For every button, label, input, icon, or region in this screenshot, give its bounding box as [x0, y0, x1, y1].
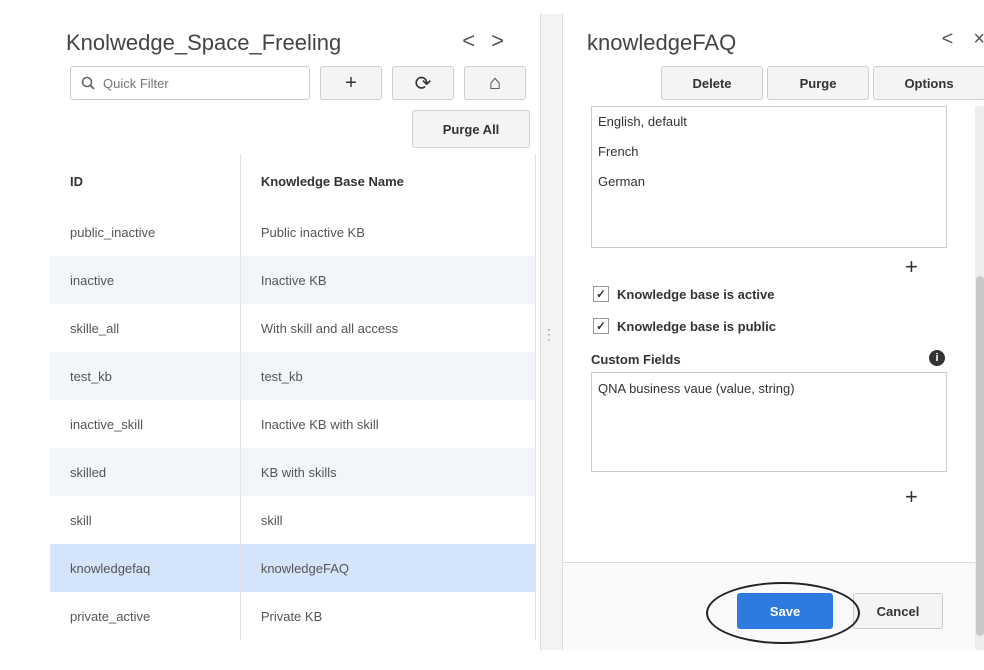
languages-list[interactable]: English, default French German — [591, 106, 947, 248]
highlight-ellipse — [706, 582, 860, 644]
column-header-id[interactable]: ID — [50, 154, 241, 208]
cell-name: Inactive KB — [240, 256, 537, 304]
detail-title: knowledgeFAQ — [587, 30, 737, 55]
custom-fields-list[interactable]: QNA business vaue (value, string) — [591, 372, 947, 472]
purge-button[interactable]: Purge — [767, 66, 869, 100]
table-row[interactable]: skilled KB with skills — [50, 448, 537, 496]
checkmark-icon: ✓ — [593, 286, 609, 302]
refresh-button[interactable]: ⟳ — [392, 66, 454, 100]
table-row[interactable]: public_inactive Public inactive KB — [50, 208, 537, 256]
language-item[interactable]: French — [598, 137, 946, 167]
panel-title: Knolwedge_Space_Freeling — [66, 30, 342, 55]
cell-id: inactive_skill — [50, 400, 241, 448]
detail-controls: < × — [922, 28, 984, 51]
language-item[interactable]: English, default — [598, 107, 946, 137]
add-language-icon[interactable]: + — [905, 254, 918, 280]
cell-id: knowledgefaq — [50, 544, 241, 592]
cell-id: skilled — [50, 448, 241, 496]
custom-field-item[interactable]: QNA business vaue (value, string) — [598, 381, 940, 396]
cell-name: KB with skills — [240, 448, 537, 496]
cell-name: test_kb — [240, 352, 537, 400]
knowledge-space-panel: Knolwedge_Space_Freeling <> + ⟳ ⌂ Purge … — [40, 14, 541, 650]
table-row[interactable]: test_kb test_kb — [50, 352, 537, 400]
options-button[interactable]: Options — [873, 66, 984, 100]
public-checkbox-label: Knowledge base is public — [617, 318, 776, 334]
active-checkbox-label: Knowledge base is active — [617, 286, 775, 302]
cell-name: knowledgeFAQ — [240, 544, 537, 592]
knowledge-base-detail-panel: knowledgeFAQ < × Delete Purge Options Eng… — [562, 14, 984, 650]
table-row[interactable]: skill skill — [50, 496, 537, 544]
cell-name: skill — [240, 496, 537, 544]
cell-id: test_kb — [50, 352, 241, 400]
active-checkbox[interactable]: ✓ Knowledge base is active — [593, 286, 775, 302]
cell-id: public_inactive — [50, 208, 241, 256]
table-row[interactable]: skille_all With skill and all access — [50, 304, 537, 352]
add-custom-field-icon[interactable]: + — [905, 484, 918, 510]
language-item[interactable]: German — [598, 167, 946, 197]
refresh-icon: ⟳ — [414, 72, 432, 95]
search-icon — [81, 76, 95, 90]
back-arrow-icon[interactable]: < — [462, 28, 491, 53]
cell-id: skille_all — [50, 304, 241, 352]
quick-filter-input[interactable] — [101, 74, 285, 92]
checkmark-icon: ✓ — [593, 318, 609, 334]
scrollbar[interactable] — [975, 106, 984, 650]
purge-all-button[interactable]: Purge All — [412, 110, 530, 148]
delete-button[interactable]: Delete — [661, 66, 763, 100]
knowledge-base-table: ID Knowledge Base Name public_inactive Pu… — [50, 154, 537, 640]
bank-icon: ⌂ — [488, 71, 502, 94]
cell-id: inactive — [50, 256, 241, 304]
cancel-button[interactable]: Cancel — [853, 593, 943, 629]
panel-navigation: <> — [462, 28, 520, 54]
quick-filter[interactable] — [70, 66, 310, 100]
plus-icon: + — [345, 71, 357, 94]
screenshot-frame: Knolwedge_Space_Freeling <> + ⟳ ⌂ Purge … — [0, 0, 984, 670]
forward-arrow-icon[interactable]: > — [491, 28, 520, 53]
cell-name: Inactive KB with skill — [240, 400, 537, 448]
public-checkbox[interactable]: ✓ Knowledge base is public — [593, 318, 776, 334]
scrollbar-thumb[interactable] — [976, 276, 984, 636]
bank-button[interactable]: ⌂ — [464, 66, 526, 100]
back-arrow-icon[interactable]: < — [942, 28, 954, 50]
table-header-row: ID Knowledge Base Name — [50, 154, 537, 208]
add-button[interactable]: + — [320, 66, 382, 100]
table-row[interactable]: inactive_skill Inactive KB with skill — [50, 400, 537, 448]
custom-fields-label: Custom Fields — [591, 352, 681, 367]
cell-name: With skill and all access — [240, 304, 537, 352]
cell-id: private_active — [50, 592, 241, 640]
cell-id: skill — [50, 496, 241, 544]
app-window: Knolwedge_Space_Freeling <> + ⟳ ⌂ Purge … — [40, 14, 984, 650]
column-header-name[interactable]: Knowledge Base Name — [240, 154, 537, 208]
cell-name: Private KB — [240, 592, 537, 640]
close-icon[interactable]: × — [973, 28, 984, 50]
info-icon[interactable]: i — [929, 350, 945, 366]
table-row-selected[interactable]: knowledgefaq knowledgeFAQ — [50, 544, 537, 592]
table-row[interactable]: inactive Inactive KB — [50, 256, 537, 304]
cell-name: Public inactive KB — [240, 208, 537, 256]
table-row[interactable]: private_active Private KB — [50, 592, 537, 640]
